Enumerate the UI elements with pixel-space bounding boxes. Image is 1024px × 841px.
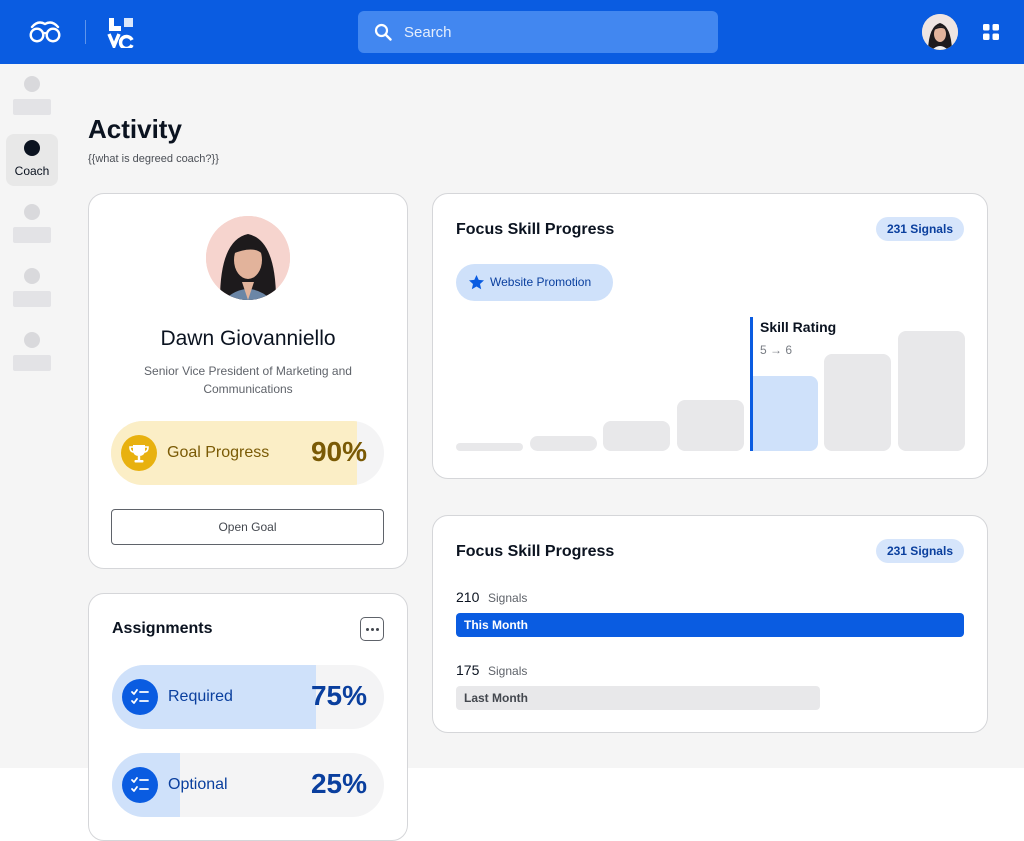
signals-badge: 231 Signals <box>875 539 964 563</box>
goal-progress[interactable]: Goal Progress 90% <box>111 421 384 485</box>
search-placeholder: Search <box>404 24 452 41</box>
skill-level-bar <box>898 331 965 451</box>
profile-card: Dawn Giovanniello Senior Vice President … <box>88 193 408 569</box>
signal-unit: Signals <box>488 591 528 605</box>
goal-progress-value: 90% <box>310 436 367 467</box>
page-title: Activity <box>88 114 182 144</box>
skill-level-bar <box>824 354 891 451</box>
signal-count: 210 <box>456 589 480 605</box>
skill-rating-range: 5 → 6 <box>760 343 793 357</box>
signal-count: 175 <box>456 662 480 678</box>
assignments-title: Assignments <box>112 620 213 637</box>
more-dot-icon <box>371 628 374 631</box>
coach-icon <box>24 140 40 156</box>
last-month-bar: Last Month <box>456 686 820 710</box>
assignment-value: 75% <box>310 680 367 711</box>
user-avatar[interactable] <box>922 14 958 50</box>
sidebar-item-4-icon[interactable] <box>24 268 40 284</box>
search-icon <box>374 23 392 41</box>
trophy-icon <box>121 435 157 471</box>
sidebar-item-coach[interactable]: Coach <box>6 134 58 186</box>
more-dot-icon <box>366 628 369 631</box>
more-dot-icon <box>376 628 379 631</box>
month-bar-label: Last Month <box>464 691 528 705</box>
focus-skill-chart-card: Focus Skill Progress 231 Signals Website… <box>432 193 988 479</box>
open-goal-button[interactable]: Open Goal <box>111 509 384 545</box>
profile-name: Dawn Giovanniello <box>160 327 336 350</box>
focus-skill-title: Focus Skill Progress <box>456 221 615 238</box>
month-bar-label: This Month <box>464 618 528 632</box>
assignment-optional[interactable]: Optional 25% <box>112 753 384 817</box>
apps-grid-icon[interactable] <box>983 24 999 40</box>
assignments-card: Assignments Required 75% Optional 25% <box>88 593 408 841</box>
page-subtitle[interactable]: {{what is degreed coach?}} <box>88 153 219 165</box>
checklist-icon <box>122 767 158 803</box>
skill-level-bar <box>456 443 523 451</box>
top-bar: Search <box>0 0 1024 64</box>
skill-level-bar <box>603 421 670 451</box>
sidebar-item-3-icon[interactable] <box>24 204 40 220</box>
goal-progress-label: Goal Progress <box>167 444 270 461</box>
more-options-button[interactable] <box>360 617 384 641</box>
skill-level-bar-active <box>751 376 818 451</box>
star-icon <box>469 275 484 290</box>
sidebar-item-label: Coach <box>14 164 50 178</box>
skill-level-bar <box>530 436 597 451</box>
sidebar-item-4-label[interactable] <box>13 291 51 307</box>
assignment-required[interactable]: Required 75% <box>112 665 384 729</box>
assignment-label: Required <box>168 688 233 705</box>
this-month-bar: This Month <box>456 613 964 637</box>
skill-rating-title: Skill Rating <box>760 319 837 335</box>
sidebar-item-3-label[interactable] <box>13 227 51 243</box>
profile-photo <box>206 216 290 300</box>
profile-role: Senior Vice President of Marketing and C… <box>144 364 352 396</box>
glasses-logo-icon[interactable] <box>27 19 63 45</box>
profile-photo-image <box>206 216 290 300</box>
assignment-value: 25% <box>310 768 367 799</box>
skill-tag[interactable]: Website Promotion <box>456 264 613 301</box>
sidebar-item-1-icon[interactable] <box>24 76 40 92</box>
focus-skill-signals-card: Focus Skill Progress 231 Signals 210 Sig… <box>432 515 988 733</box>
sidebar-item-5-icon[interactable] <box>24 332 40 348</box>
sidebar-item-5-label[interactable] <box>13 355 51 371</box>
signal-unit: Signals <box>488 664 528 678</box>
skill-tag-label: Website Promotion <box>490 275 592 289</box>
checklist-icon <box>122 679 158 715</box>
assignment-label: Optional <box>168 776 228 793</box>
user-avatar-image <box>922 14 958 50</box>
skill-level-bar <box>677 400 744 451</box>
sidebar-item-1-label[interactable] <box>13 99 51 115</box>
skill-rating-marker <box>750 317 753 451</box>
search-input[interactable]: Search <box>358 11 718 53</box>
focus-skill-title: Focus Skill Progress <box>456 543 615 560</box>
signals-badge: 231 Signals <box>875 217 964 241</box>
brand-logo-icon[interactable] <box>107 16 137 48</box>
logo-divider <box>85 20 86 44</box>
